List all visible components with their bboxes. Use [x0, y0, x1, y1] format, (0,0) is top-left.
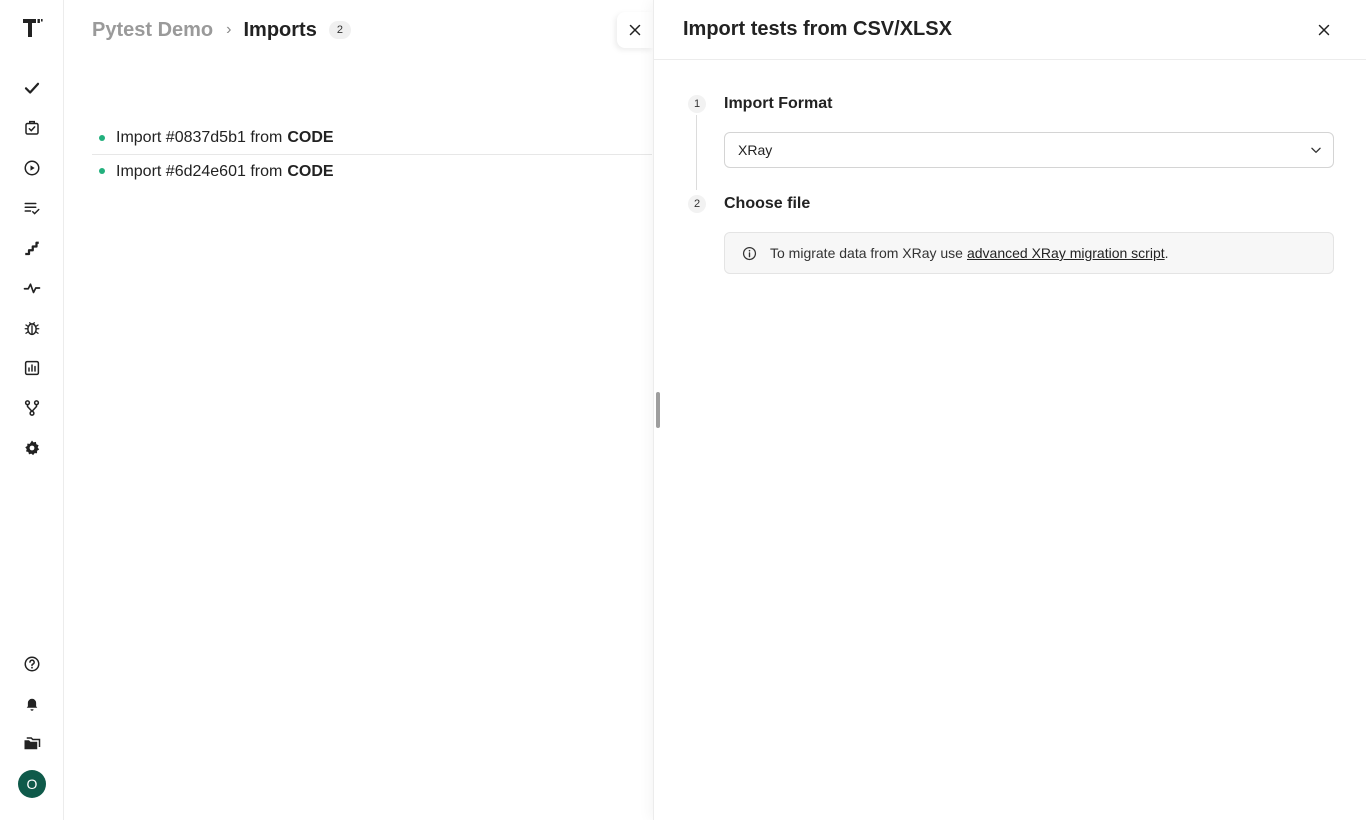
- close-icon: [1318, 24, 1330, 36]
- imports-list: Import #0837d5b1 from CODE Import #6d24e…: [92, 122, 652, 188]
- folder-icon[interactable]: [20, 732, 44, 756]
- check-icon[interactable]: [20, 76, 44, 100]
- pulse-icon[interactable]: [20, 276, 44, 300]
- drawer-header: Import tests from CSV/XLSX: [654, 0, 1366, 60]
- app-logo[interactable]: [20, 16, 44, 40]
- breadcrumb-separator: ›: [226, 21, 232, 38]
- avatar[interactable]: O: [18, 770, 46, 798]
- xray-migration-script-link[interactable]: advanced XRay migration script: [967, 245, 1165, 261]
- page-title: Imports: [243, 18, 317, 41]
- branch-icon[interactable]: [20, 396, 44, 420]
- xray-info-notice: To migrate data from XRay use advanced X…: [724, 232, 1334, 274]
- breadcrumb-project[interactable]: Pytest Demo: [92, 19, 213, 42]
- chart-icon[interactable]: [20, 356, 44, 380]
- close-detail-button[interactable]: [617, 12, 653, 48]
- status-dot: [99, 168, 105, 174]
- list-item[interactable]: Import #0837d5b1 from CODE: [92, 122, 652, 155]
- info-icon: [742, 246, 757, 261]
- import-label: Import #6d24e601 from: [116, 162, 283, 180]
- chevron-down-icon: [1311, 147, 1321, 153]
- gear-icon[interactable]: [20, 436, 44, 460]
- step-number: 2: [688, 195, 706, 213]
- list-item[interactable]: Import #6d24e601 from CODE: [92, 155, 652, 188]
- clipboard-check-icon[interactable]: [20, 116, 44, 140]
- import-label: Import #0837d5b1 from: [116, 129, 283, 146]
- imports-count-badge: 2: [328, 21, 351, 39]
- breadcrumb: Pytest Demo › Imports 2: [92, 18, 351, 42]
- close-icon: [629, 24, 641, 36]
- play-circle-icon[interactable]: [20, 156, 44, 180]
- drawer-close-button[interactable]: [1312, 18, 1336, 42]
- step-number: 1: [688, 95, 706, 113]
- import-format-value: XRay: [738, 142, 773, 158]
- steps-icon[interactable]: [20, 236, 44, 260]
- bug-icon[interactable]: [20, 316, 44, 340]
- step-title-choose-file: Choose file: [724, 195, 811, 212]
- checklist-icon[interactable]: [20, 196, 44, 220]
- bell-icon[interactable]: [20, 692, 44, 716]
- import-format-select[interactable]: XRay: [724, 132, 1334, 168]
- drawer-title: Import tests from CSV/XLSX: [683, 18, 952, 40]
- import-source: CODE: [287, 129, 334, 146]
- help-icon[interactable]: [20, 652, 44, 676]
- info-text: To migrate data from XRay use: [770, 245, 963, 261]
- import-drawer: Import tests from CSV/XLSX 1 Import Form…: [653, 0, 1366, 820]
- status-dot: [99, 135, 105, 141]
- step-title-import-format: Import Format: [724, 95, 833, 112]
- step-connector: [696, 115, 697, 190]
- sidebar: O: [0, 0, 64, 820]
- import-source: CODE: [287, 162, 334, 180]
- info-text-end: .: [1164, 245, 1169, 261]
- drawer-resize-handle[interactable]: [656, 392, 660, 428]
